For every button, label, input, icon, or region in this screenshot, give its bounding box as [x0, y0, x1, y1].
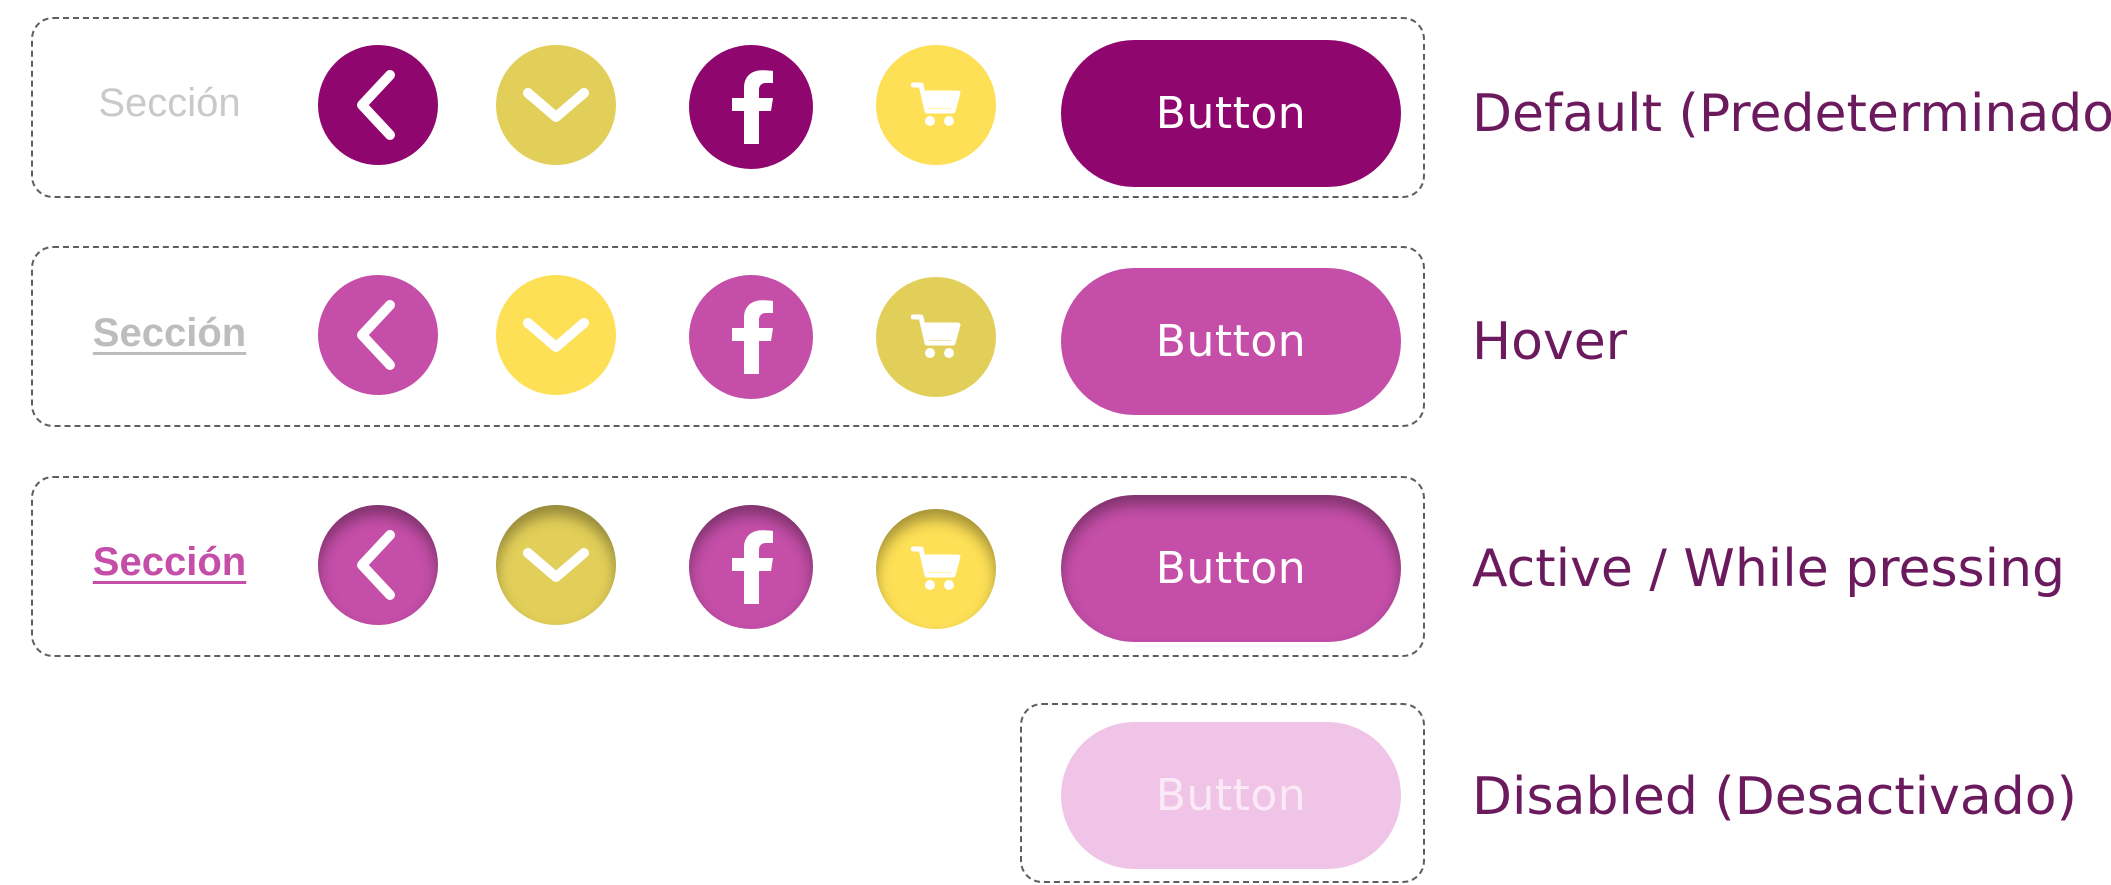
expand-button-active[interactable] [496, 505, 616, 625]
facebook-button-hover[interactable] [689, 275, 813, 399]
expand-button-default[interactable] [496, 45, 616, 165]
state-label-active: Active / While pressing [1472, 539, 2066, 599]
cart-button-default[interactable] [876, 45, 996, 165]
chevron-down-icon [523, 548, 589, 582]
shopping-cart-icon [911, 82, 961, 126]
seccion-link-default[interactable]: Sección [92, 80, 247, 126]
cart-button-active[interactable] [876, 509, 996, 629]
back-button-active[interactable] [318, 505, 438, 625]
primary-button-active[interactable]: Button [1061, 495, 1401, 642]
seccion-link-active[interactable]: Sección [92, 539, 247, 585]
cart-button-hover[interactable] [876, 277, 996, 397]
chevron-down-icon [523, 318, 589, 352]
chevron-left-icon [357, 70, 395, 140]
seccion-link-hover[interactable]: Sección [92, 310, 247, 356]
facebook-icon [732, 530, 773, 604]
expand-button-hover[interactable] [496, 275, 616, 395]
primary-button-default[interactable]: Button [1061, 40, 1401, 187]
facebook-button-default[interactable] [689, 45, 813, 169]
primary-button-hover[interactable]: Button [1061, 268, 1401, 415]
state-label-hover: Hover [1472, 312, 1628, 372]
shopping-cart-icon [911, 314, 961, 358]
state-label-default: Default (Predeterminado) [1472, 84, 2111, 144]
facebook-icon [732, 300, 773, 374]
facebook-button-active[interactable] [689, 505, 813, 629]
chevron-left-icon [357, 530, 395, 600]
back-button-default[interactable] [318, 45, 438, 165]
shopping-cart-icon [911, 546, 961, 590]
back-button-hover[interactable] [318, 275, 438, 395]
state-label-disabled: Disabled (Desactivado) [1472, 767, 2077, 827]
facebook-icon [732, 70, 773, 144]
primary-button-disabled: Button [1061, 722, 1401, 869]
chevron-down-icon [523, 88, 589, 122]
chevron-left-icon [357, 300, 395, 370]
